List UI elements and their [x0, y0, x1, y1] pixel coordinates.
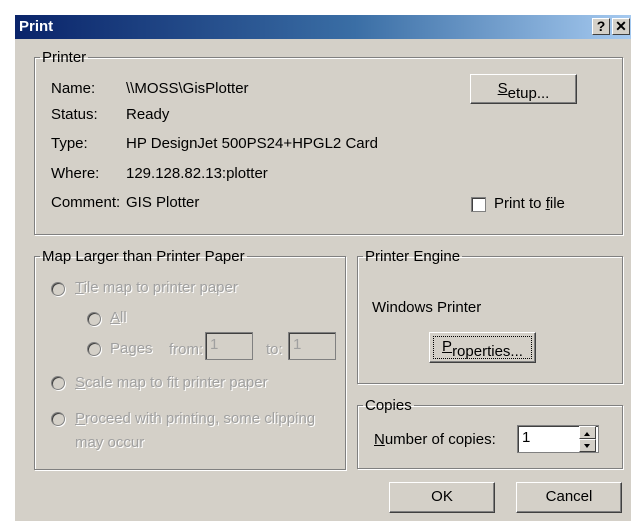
copies-spin-up[interactable]	[579, 426, 596, 439]
printer-status-label: Status:	[51, 106, 98, 123]
ok-button[interactable]: OK	[389, 482, 495, 513]
printer-where-label: Where:	[51, 165, 100, 182]
copies-label: Number of copies:	[374, 431, 496, 448]
copies-group-label: Copies	[365, 397, 412, 414]
pages-to-field[interactable]: 1	[288, 332, 336, 360]
cancel-button[interactable]: Cancel	[516, 482, 622, 513]
title-bar: Print ? ✕	[15, 15, 631, 39]
printer-comment-label: Comment:	[51, 194, 121, 211]
printer-type-label: Type:	[51, 135, 88, 152]
proceed-label-line2: may occur	[75, 434, 145, 451]
scale-radio[interactable]	[51, 376, 65, 390]
pages-from-label: from:	[169, 341, 204, 358]
scale-label[interactable]: Scale map to fit printer paper	[75, 374, 268, 391]
tile-label[interactable]: Tile map to printer paper	[75, 279, 238, 296]
window-title: Print	[19, 18, 54, 35]
printer-engine-name: Windows Printer	[372, 299, 482, 316]
pages-radio[interactable]	[87, 342, 101, 356]
printer-comment-value: GIS Plotter	[126, 194, 200, 211]
tile-radio[interactable]	[51, 282, 65, 296]
spin-down-icon	[584, 444, 590, 448]
printer-where-value: 129.128.82.13:plotter	[126, 165, 268, 182]
print-dialog: Print ? ✕ Printer Name: \\MOSS\GisPlotte…	[14, 14, 631, 521]
print-to-file-checkbox[interactable]	[471, 197, 486, 212]
copies-spin-down[interactable]	[579, 439, 596, 452]
pages-to-label: to:	[266, 341, 283, 358]
proceed-radio[interactable]	[51, 412, 65, 426]
properties-button[interactable]: Properties...	[429, 332, 536, 363]
map-larger-group-label: Map Larger than Printer Paper	[42, 248, 245, 265]
print-to-file-label[interactable]: Print to file	[494, 195, 565, 212]
setup-button[interactable]: Setup...	[470, 74, 577, 104]
help-button[interactable]: ?	[592, 18, 610, 35]
printer-engine-group: Printer Engine	[357, 248, 623, 384]
pages-from-field[interactable]: 1	[205, 332, 253, 360]
printer-name-label: Name:	[51, 80, 96, 97]
spin-up-icon	[584, 432, 590, 436]
all-label[interactable]: All	[110, 309, 127, 326]
printer-name-value: \\MOSS\GisPlotter	[126, 80, 249, 97]
close-icon[interactable]: ✕	[612, 18, 630, 35]
proceed-label[interactable]: Proceed with printing, some clipping	[75, 410, 315, 427]
printer-status-value: Ready	[126, 106, 170, 123]
all-radio[interactable]	[87, 312, 101, 326]
printer-group-label: Printer	[42, 49, 87, 66]
printer-engine-group-label: Printer Engine	[365, 248, 461, 265]
printer-type-value: HP DesignJet 500PS24+HPGL2 Card	[126, 135, 378, 152]
pages-label[interactable]: Pages	[110, 340, 153, 357]
